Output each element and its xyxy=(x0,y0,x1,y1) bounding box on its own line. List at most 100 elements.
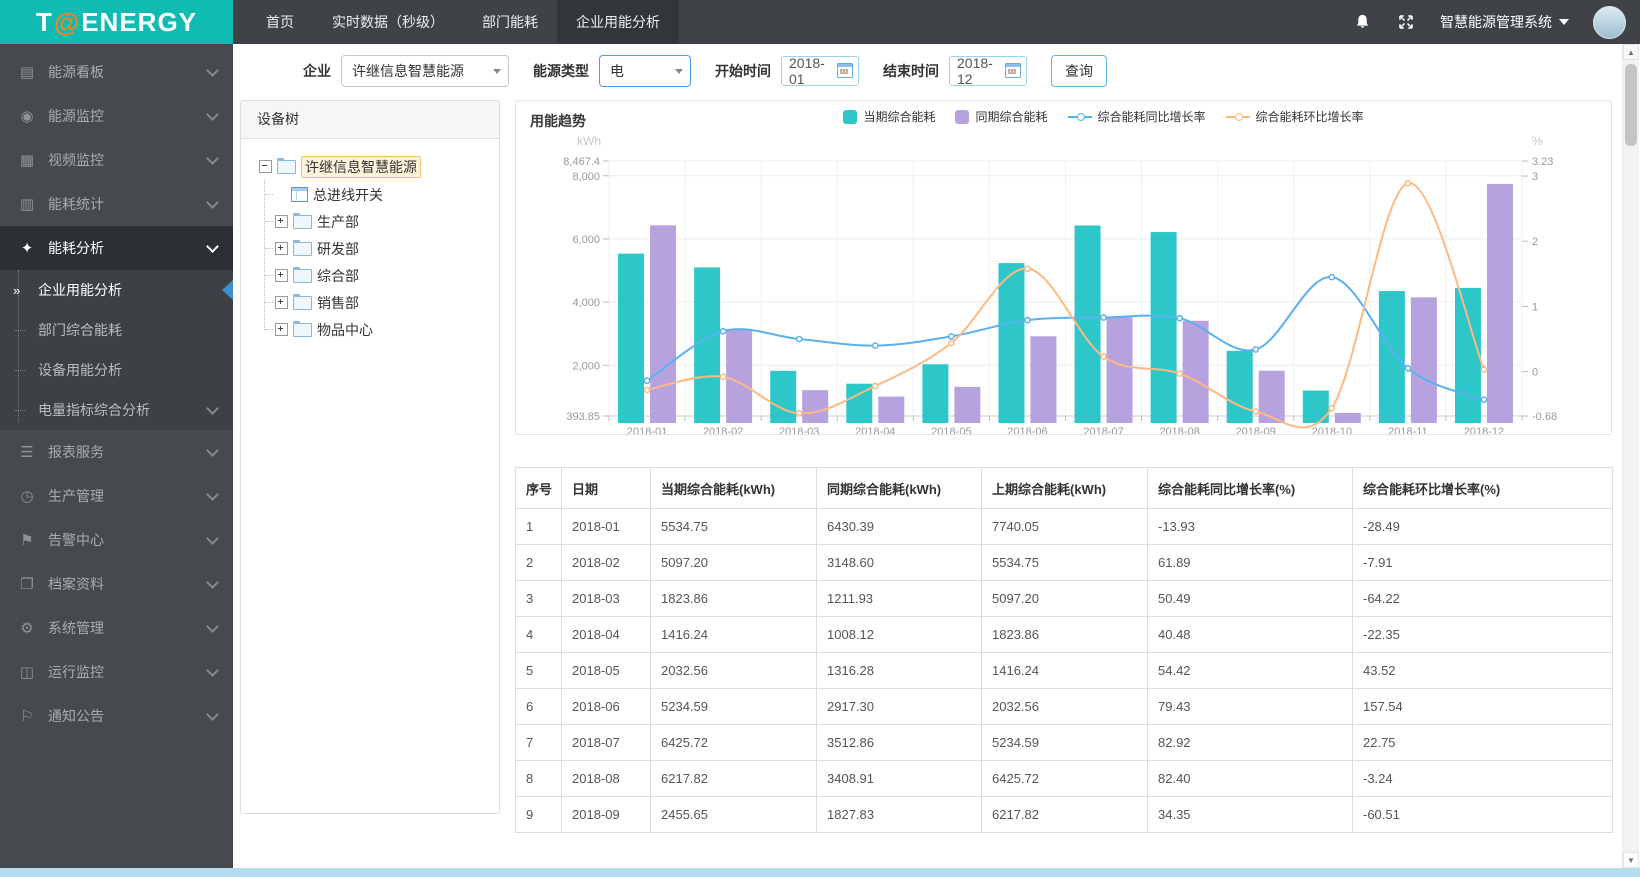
table-cell: -13.93 xyxy=(1147,508,1353,545)
legend-swatch xyxy=(955,109,970,124)
collapse-minus-icon[interactable] xyxy=(259,160,272,173)
system-menu-label: 智慧能源管理系统 xyxy=(1440,14,1552,30)
point-综合能耗同比增长率-2018-03 xyxy=(795,335,803,343)
expand-plus-icon[interactable] xyxy=(275,269,288,282)
expand-plus-icon[interactable] xyxy=(275,323,288,336)
tree-connector xyxy=(265,248,273,249)
legend-综合能耗环比增长率[interactable]: 综合能耗环比增长率 xyxy=(1225,108,1364,125)
calendar-icon[interactable] xyxy=(837,63,853,78)
bar-同期综合能耗-2018-01 xyxy=(650,225,677,423)
start-time-input[interactable]: 2018-01 xyxy=(781,55,859,87)
sidebar-item-system-management[interactable]: ⚙ 系统管理 xyxy=(0,606,233,650)
end-time-input[interactable]: 2018-12 xyxy=(949,55,1027,87)
sidebar-item-notice-announcement[interactable]: ⚐ 通知公告 xyxy=(0,694,233,738)
horizontal-scrollbar-track[interactable] xyxy=(0,868,1640,877)
table-cell: 22.75 xyxy=(1352,724,1613,761)
vertical-scrollbar[interactable]: ▲ ▼ xyxy=(1622,44,1639,868)
sidebar-subitem-label: 电量指标综合分析 xyxy=(38,402,150,418)
nav-tab-department-energy[interactable]: 部门能耗 xyxy=(463,0,557,44)
tree-node-label: 生产部 xyxy=(317,213,359,230)
scroll-up-arrow-icon[interactable]: ▲ xyxy=(1623,44,1639,60)
table-cell: 34.35 xyxy=(1147,796,1353,833)
folder-icon xyxy=(293,239,312,256)
legend-line-marker xyxy=(1225,112,1250,121)
point-综合能耗同比增长率-2018-01 xyxy=(643,377,651,385)
expand-plus-icon[interactable] xyxy=(275,242,288,255)
dashboard-icon: ▤ xyxy=(19,64,35,81)
column-header: 上期综合能耗(kWh) xyxy=(981,467,1148,509)
chevron-down-icon xyxy=(206,239,219,253)
right-axis-tick-label: 3 xyxy=(1532,171,1538,183)
sidebar-subitem-device-energy-analysis[interactable]: 设备用能分析 xyxy=(0,350,233,390)
bar-chart-icon: ▥ xyxy=(19,196,35,213)
tree-connector xyxy=(265,329,273,330)
tree-node-sales-dept[interactable]: 销售部 xyxy=(259,289,499,316)
legend-同期综合能耗[interactable]: 同期综合能耗 xyxy=(955,108,1048,125)
nav-tab-enterprise-energy-analysis[interactable]: 企业用能分析 xyxy=(557,0,679,44)
sidebar-subitem-enterprise-energy-analysis[interactable]: » 企业用能分析 xyxy=(0,270,233,310)
company-select[interactable]: 许继信息智慧能源 xyxy=(341,54,509,87)
sidebar-item-label: 能耗分析 xyxy=(48,240,104,256)
end-time-group: 结束时间 2018-12 xyxy=(883,55,1027,87)
scrollbar-thumb[interactable] xyxy=(1625,64,1637,146)
table-cell: 1823.86 xyxy=(650,580,817,617)
point-综合能耗同比增长率-2018-10 xyxy=(1328,273,1336,281)
sidebar-item-video-monitoring[interactable]: ▦ 视频监控 xyxy=(0,138,233,182)
system-menu[interactable]: 智慧能源管理系统 xyxy=(1440,12,1569,32)
left-axis-name: kWh xyxy=(577,134,601,148)
energy-type-select[interactable]: 电 xyxy=(599,54,691,87)
legend-当期综合能耗[interactable]: 当期综合能耗 xyxy=(843,108,935,125)
column-header: 同期综合能耗(kWh) xyxy=(816,467,982,509)
chevron-down-icon xyxy=(493,68,501,74)
sidebar-item-alarm-center[interactable]: ⚑ 告警中心 xyxy=(0,518,233,562)
tree-node-goods-center[interactable]: 物品中心 xyxy=(259,316,499,343)
nav-tab-realtime-data[interactable]: 实时数据（秒级） xyxy=(313,0,463,44)
tree-node-rd-dept[interactable]: 研发部 xyxy=(259,235,499,262)
query-button[interactable]: 查询 xyxy=(1051,54,1107,87)
chevron-down-icon xyxy=(206,487,219,501)
sidebar-item-energy-statistics[interactable]: ▥ 能耗统计 xyxy=(0,182,233,226)
energy-type-filter-group: 能源类型 电 xyxy=(533,54,691,87)
sidebar-item-energy-analysis[interactable]: ✦ 能耗分析 xyxy=(0,226,233,270)
expand-plus-icon[interactable] xyxy=(275,296,288,309)
sidebar-item-operation-monitoring[interactable]: ◫ 运行监控 xyxy=(0,650,233,694)
bar-当期综合能耗-2018-03 xyxy=(770,370,797,423)
sidebar-item-archives[interactable]: ❐ 档案资料 xyxy=(0,562,233,606)
table-row: 2 2018-02 5097.20 3148.60 5534.75 61.89 -7.91 xyxy=(515,544,1613,581)
table-cell: 3 xyxy=(515,580,562,617)
table-cell: 4 xyxy=(515,616,562,653)
point-综合能耗环比增长率-2018-01 xyxy=(643,386,651,394)
x-axis-label: 2018-07 xyxy=(1083,426,1123,434)
sidebar-item-energy-monitoring[interactable]: ◉ 能源监控 xyxy=(0,94,233,138)
legend-综合能耗同比增长率[interactable]: 综合能耗同比增长率 xyxy=(1067,108,1206,125)
nav-tab-home[interactable]: 首页 xyxy=(247,0,313,44)
x-axis-label: 2018-08 xyxy=(1159,426,1199,434)
sidebar-item-production-management[interactable]: ◷ 生产管理 xyxy=(0,474,233,518)
sidebar-subitem-power-index-analysis[interactable]: 电量指标综合分析 xyxy=(0,390,233,430)
left-axis-tick-label: 8,467.4 xyxy=(563,156,600,168)
point-综合能耗环比增长率-2018-10 xyxy=(1328,404,1336,412)
sidebar-item-label: 档案资料 xyxy=(48,576,104,592)
sidebar-item-label: 告警中心 xyxy=(48,532,104,548)
tree-node-main-incoming-switch[interactable]: 总进线开关 xyxy=(259,181,499,208)
sidebar-item-report-service[interactable]: ☰ 报表服务 xyxy=(0,430,233,474)
scroll-down-arrow-icon[interactable]: ▼ xyxy=(1623,852,1639,868)
user-avatar[interactable] xyxy=(1593,5,1626,39)
legend-circle xyxy=(1234,112,1243,121)
point-综合能耗同比增长率-2018-02 xyxy=(719,327,727,335)
table-cell: 6425.72 xyxy=(650,724,817,761)
bar-同期综合能耗-2018-06 xyxy=(1030,336,1057,423)
expand-plus-icon[interactable] xyxy=(275,215,288,228)
notification-bell-icon[interactable] xyxy=(1352,12,1372,32)
table-cell: 9 xyxy=(515,796,562,833)
point-综合能耗同比增长率-2018-06 xyxy=(1024,316,1031,324)
calendar-icon[interactable] xyxy=(1005,63,1021,78)
tree-node-production-dept[interactable]: 生产部 xyxy=(259,208,499,235)
table-row: 9 2018-09 2455.65 1827.83 6217.82 34.35 -60.51 xyxy=(515,796,1613,833)
sidebar-subitem-department-comprehensive-energy[interactable]: 部门综合能耗 xyxy=(0,310,233,350)
sidebar-item-energy-dashboard[interactable]: ▤ 能源看板 xyxy=(0,50,233,94)
tree-node-company-root[interactable]: 许继信息智慧能源 xyxy=(259,153,499,180)
tree-node-general-dept[interactable]: 综合部 xyxy=(259,262,499,289)
fullscreen-icon[interactable] xyxy=(1396,12,1416,32)
table-cell: 2018-03 xyxy=(561,580,651,617)
